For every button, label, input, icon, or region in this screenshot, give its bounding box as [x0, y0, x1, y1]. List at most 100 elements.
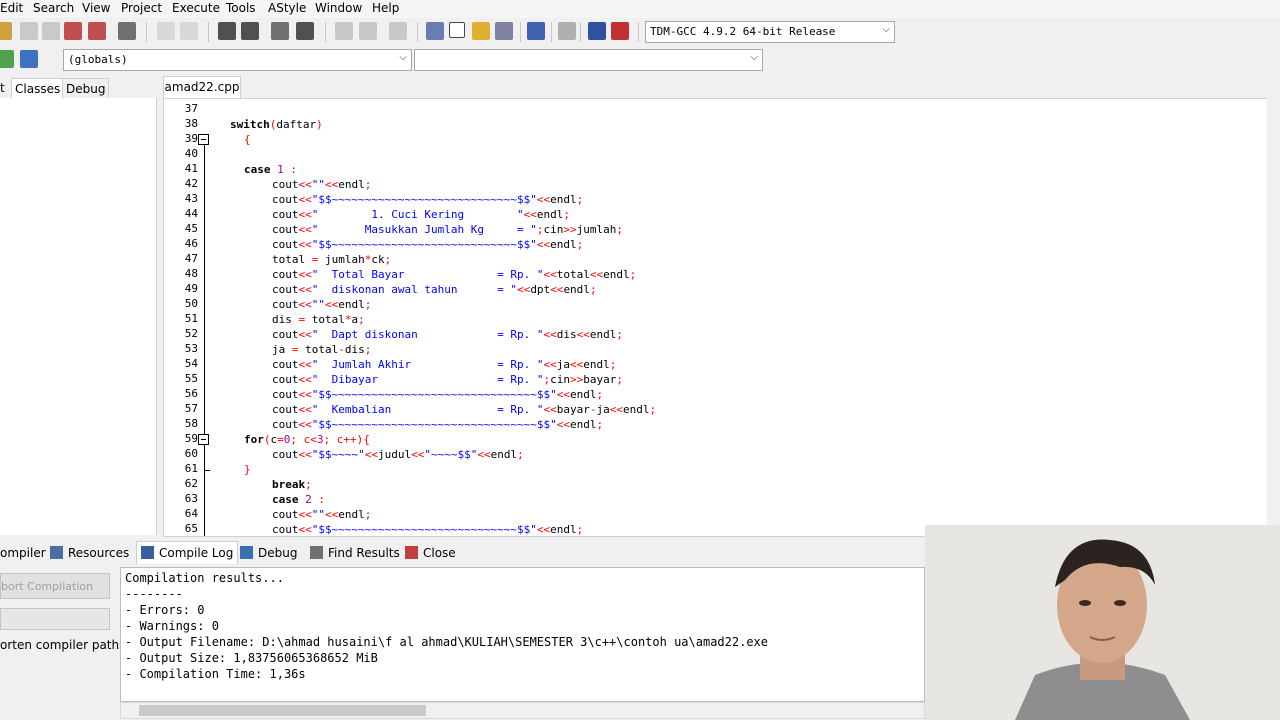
menu-tools[interactable]: Tools [226, 1, 256, 15]
line-number: 50 [168, 297, 198, 310]
tab-project[interactable]: t [0, 78, 10, 98]
profile-chart-icon[interactable] [588, 22, 606, 40]
menu-project[interactable]: Project [121, 1, 162, 15]
tab-debug-output[interactable]: Debug [240, 542, 297, 564]
chevron-down-icon: ⌵ [750, 52, 758, 63]
menu-help[interactable]: Help [372, 1, 399, 15]
bottom-panel-tabs: ompiler Resources Compile Log Debug Find… [0, 542, 925, 564]
editor-vertical-scrollbar[interactable] [1267, 98, 1280, 535]
insert-icon[interactable] [0, 50, 14, 68]
goto-back-icon[interactable] [335, 22, 353, 40]
line-number: 39 [168, 132, 198, 145]
menu-edit[interactable]: Edit [0, 1, 23, 15]
line-number: 57 [168, 402, 198, 415]
fold-toggle-icon[interactable] [198, 134, 209, 145]
toolbar-separator [208, 22, 209, 42]
code-line: case 2 : [272, 492, 325, 507]
unindent-icon[interactable] [296, 22, 314, 40]
code-line: cout<<" 1. Cuci Kering "<<endl; [272, 207, 570, 222]
line-number: 63 [168, 492, 198, 505]
log-line: Compilation results... [125, 571, 284, 585]
toolbar-separator [520, 22, 521, 42]
tab-find-results[interactable]: Find Results [310, 542, 400, 564]
code-line: cout<<"$$~~~~~~~~~~~~~~~~~~~~~~~~~~~~$$"… [272, 237, 583, 252]
line-number: 60 [168, 447, 198, 460]
grid-icon[interactable] [495, 22, 513, 40]
tab-classes[interactable]: Classes [11, 78, 64, 99]
print-icon[interactable] [118, 22, 136, 40]
line-number: 52 [168, 327, 198, 340]
line-number: 55 [168, 372, 198, 385]
code-line: dis = total*a; [272, 312, 365, 327]
line-number: 41 [168, 162, 198, 175]
code-line: cout<<" Dapt diskonan = Rp. "<<dis<<endl… [272, 327, 623, 342]
tab-close[interactable]: Close [405, 542, 456, 564]
menu-bar: Edit Search View Project Execute Tools A… [0, 0, 1280, 18]
new-file-icon[interactable] [0, 22, 12, 40]
stop-icon[interactable] [558, 22, 576, 40]
menu-execute[interactable]: Execute [172, 1, 220, 15]
class-browser-icon[interactable] [472, 22, 490, 40]
menu-search[interactable]: Search [33, 1, 74, 15]
log-line: -------- [125, 587, 183, 601]
line-number: 45 [168, 222, 198, 235]
line-number: 64 [168, 507, 198, 520]
open-file-icon[interactable] [20, 22, 38, 40]
line-number: 44 [168, 207, 198, 220]
code-editor[interactable]: 37 38 39 40 41 42 43 44 45 46 47 48 49 5… [163, 98, 1269, 537]
goto-forward-icon[interactable] [359, 22, 377, 40]
compiler-select[interactable]: TDM-GCC 4.9.2 64-bit Release ⌵ [645, 21, 895, 43]
scope-select[interactable]: (globals) ⌵ [63, 49, 412, 71]
log-line: - Compilation Time: 1,36s [125, 667, 306, 681]
menu-window[interactable]: Window [315, 1, 362, 15]
tab-resources[interactable]: Resources [50, 542, 129, 564]
bookmark-toggle-icon[interactable] [20, 50, 38, 68]
indent-icon[interactable] [271, 22, 289, 40]
fold-toggle-icon[interactable] [198, 434, 209, 445]
compiler-select-value: TDM-GCC 4.9.2 64-bit Release [650, 25, 835, 38]
delete-profile-icon[interactable] [611, 22, 629, 40]
scrollbar-thumb[interactable] [139, 705, 426, 716]
compile-controls: bort Compilation orten compiler paths [0, 566, 118, 720]
save-all-icon[interactable] [64, 22, 82, 40]
code-line: cout<<" Masukkan Jumlah Kg = ";cin>>juml… [272, 222, 623, 237]
menu-astyle[interactable]: AStyle [268, 1, 306, 15]
code-line: cout<<"$$~~~~~~~~~~~~~~~~~~~~~~~~~~~~~~~… [272, 417, 603, 432]
replace-icon[interactable] [241, 22, 259, 40]
code-line: cout<<" Dibayar = Rp. ";cin>>bayar; [272, 372, 623, 387]
code-line: ja = total-dis; [272, 342, 371, 357]
editor-tab-file[interactable]: amad22.cpp [163, 76, 241, 99]
window-icon[interactable] [449, 22, 465, 38]
bookmark-icon[interactable] [389, 22, 407, 40]
code-line: cout<<" diskonan awal tahun = "<<dpt<<en… [272, 282, 597, 297]
code-line: cout<<"$$~~~~~~~~~~~~~~~~~~~~~~~~~~~~~~~… [272, 387, 603, 402]
scope-select-value: (globals) [68, 53, 128, 66]
new-project-icon[interactable] [426, 22, 444, 40]
abort-compilation-button[interactable]: bort Compilation [0, 573, 110, 599]
undo-icon[interactable] [157, 22, 175, 40]
code-line: cout<<"$$~~~~~~~~~~~~~~~~~~~~~~~~~~~~$$"… [272, 192, 583, 207]
line-number: 40 [168, 147, 198, 160]
check-syntax-icon[interactable] [527, 22, 545, 40]
tab-compile-log[interactable]: Compile Log [136, 541, 238, 564]
function-select[interactable]: ⌵ [414, 49, 763, 71]
code-line: cout<<" Kembalian = Rp. "<<bayar-ja<<end… [272, 402, 656, 417]
line-number: 38 [168, 117, 198, 130]
find-icon[interactable] [218, 22, 236, 40]
scope-toolbar: (globals) ⌵ ⌵ [0, 46, 1280, 74]
webcam-overlay [925, 525, 1280, 720]
code-line: switch(daftar) [230, 117, 323, 132]
save-icon[interactable] [42, 22, 60, 40]
redo-icon[interactable] [180, 22, 198, 40]
tab-compiler[interactable]: ompiler [0, 542, 46, 564]
close-file-icon[interactable] [88, 22, 106, 40]
line-number: 65 [168, 522, 198, 535]
line-number: 59 [168, 432, 198, 445]
log-horizontal-scrollbar[interactable] [120, 702, 925, 719]
shorten-paths-checkbox-label[interactable]: orten compiler paths [0, 638, 125, 652]
compile-log-output[interactable]: Compilation results... -------- - Errors… [120, 567, 925, 702]
tab-debug[interactable]: Debug [62, 78, 109, 99]
toolbar-separator [417, 22, 418, 42]
menu-view[interactable]: View [82, 1, 110, 15]
code-line: cout<<""<<endl; [272, 297, 371, 312]
